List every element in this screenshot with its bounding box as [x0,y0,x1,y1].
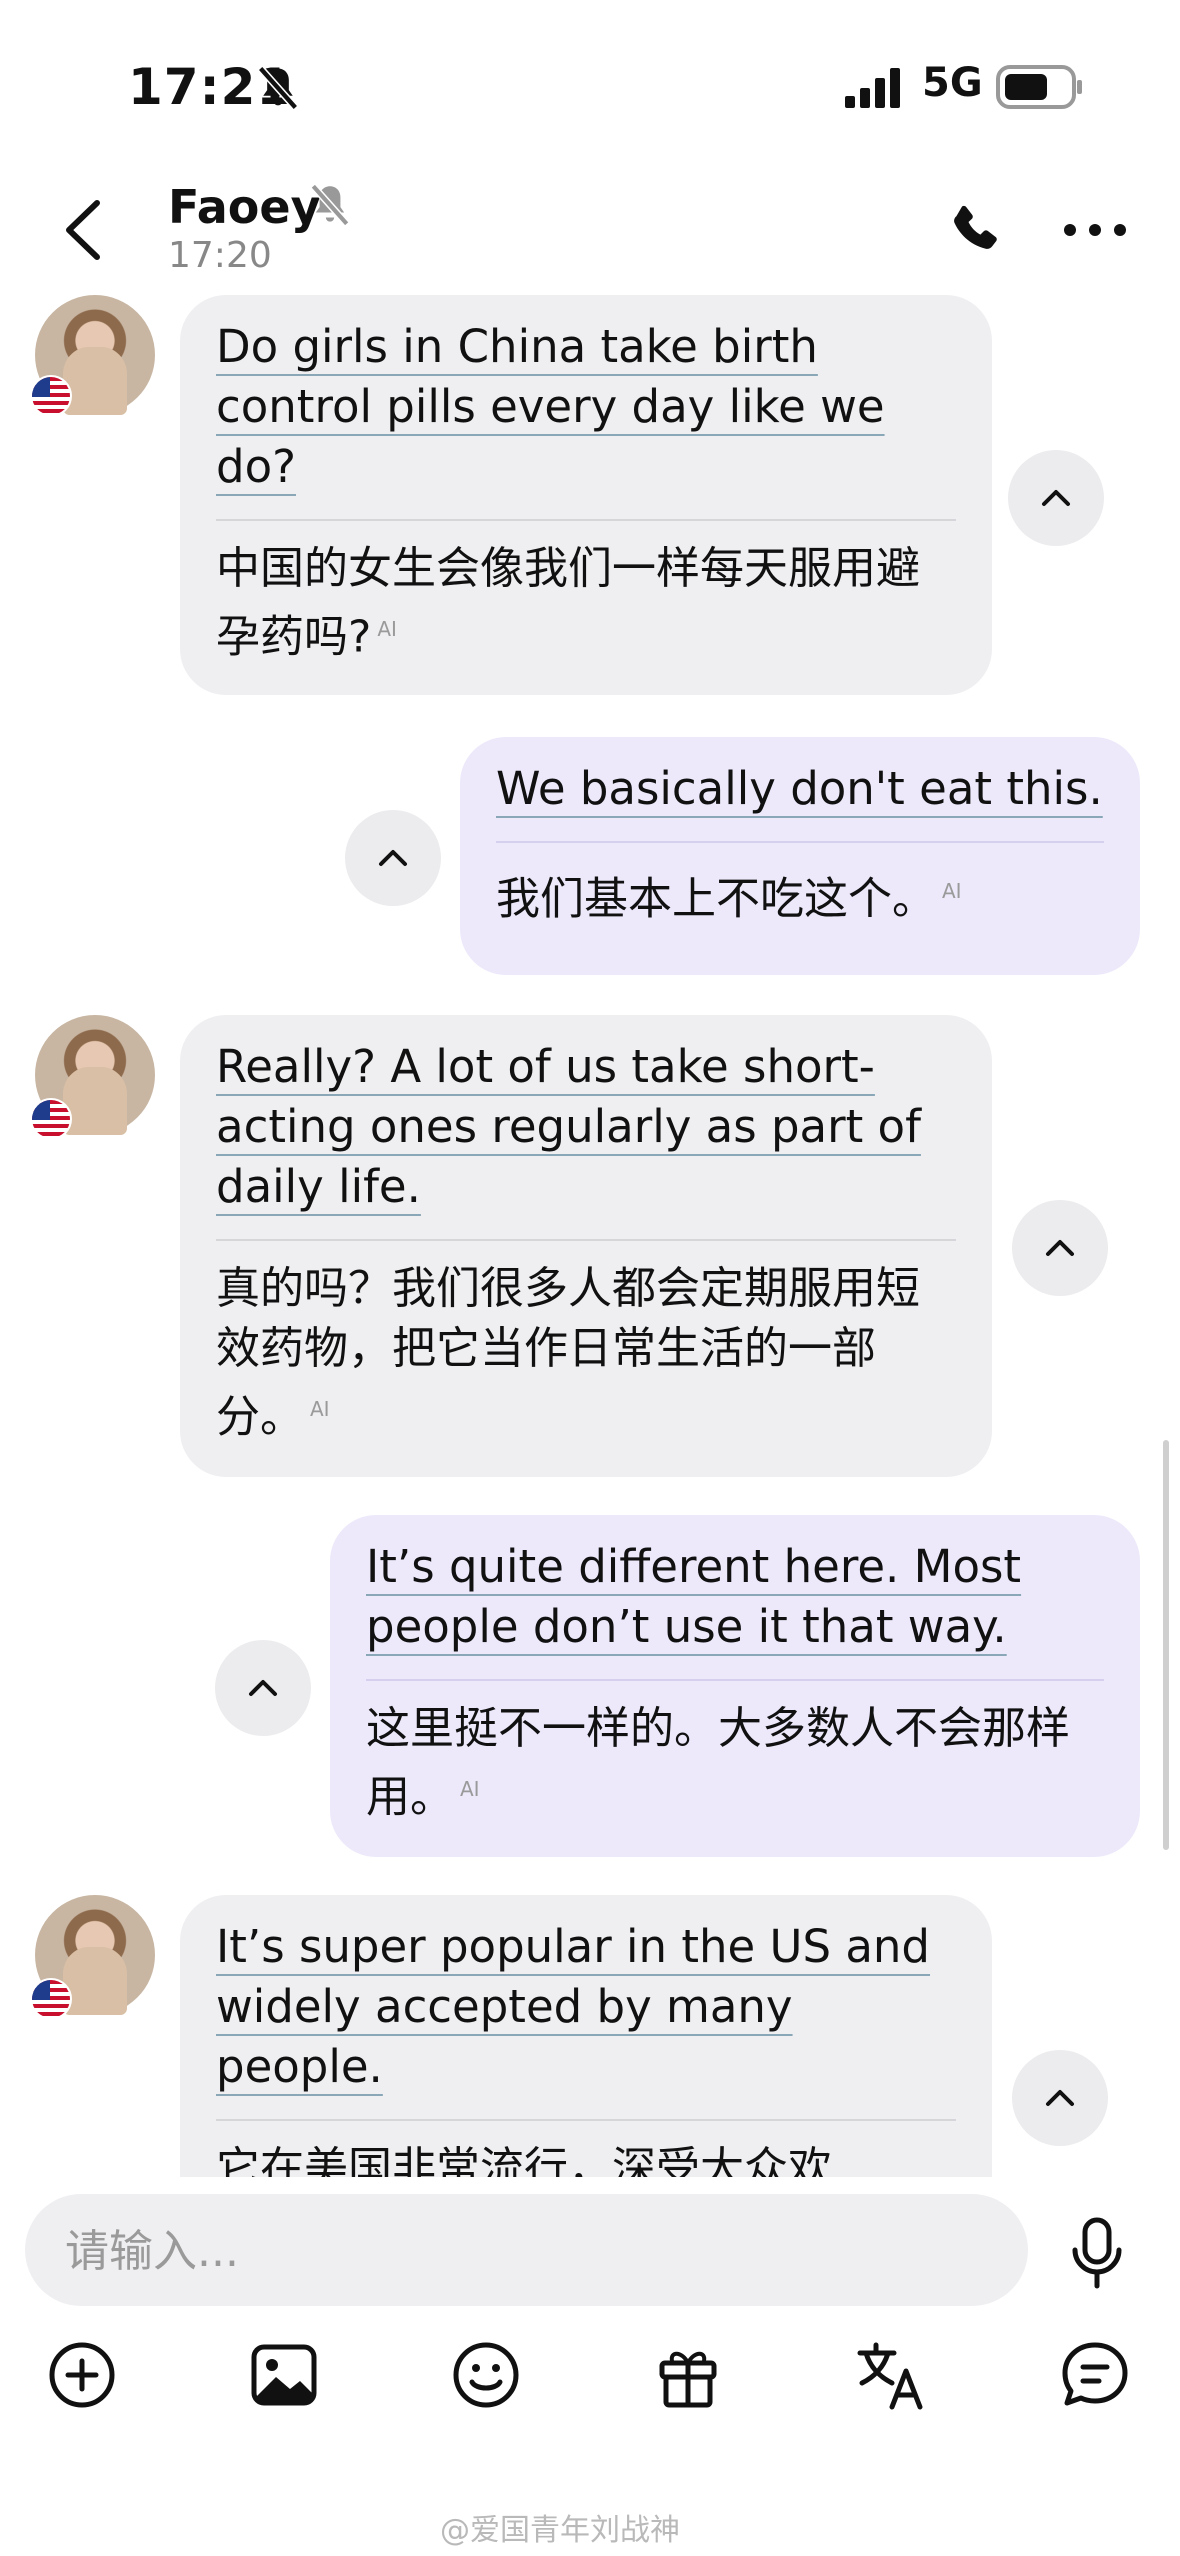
ai-badge: AI [310,1397,330,1421]
collapse-translation-button[interactable] [1008,450,1104,546]
microphone-icon[interactable] [1067,2214,1127,2294]
divider [496,841,1104,843]
ai-badge: AI [377,617,397,641]
network-label: 5G [922,60,983,106]
translation-text: 这里挺不一样的。大多数人不会那样用。 AI [366,1703,1070,1823]
smile-icon[interactable] [446,2335,526,2415]
bell-muted-icon [310,183,350,227]
message-input-container [25,2194,1028,2306]
plus-circle-icon[interactable] [42,2335,122,2415]
contact-name[interactable]: Faoey [168,180,321,234]
chat-bubble-icon[interactable] [1055,2335,1135,2415]
message-bubble[interactable]: Do girls in China take birth control pil… [180,295,992,695]
message-bubble[interactable]: It’s quite different here. Most people d… [330,1515,1140,1857]
message-text: Do girls in China take birth control pil… [216,320,885,493]
message-text: We basically don't eat this. [496,762,1103,815]
gift-icon[interactable] [648,2335,728,2415]
translation-text: 中国的女生会像我们一样每天服用避孕药吗? AI [216,543,920,663]
bell-muted-icon [257,65,299,111]
more-options-icon[interactable] [1060,215,1130,245]
phone-call-icon[interactable] [945,200,1007,262]
divider [216,1239,956,1241]
chevron-up-icon [1046,2090,1074,2106]
divider [216,519,956,521]
us-flag-icon [30,1098,72,1140]
ai-badge: AI [942,879,962,903]
translation-text: 我们基本上不吃这个。 AI [496,873,962,925]
translation-text: 它在美国非常流行，深受大众欢 [216,2143,832,2177]
message-text: It’s super popular in the US and widely … [216,1920,931,2093]
scrollbar[interactable] [1163,1440,1169,1850]
back-arrow-icon[interactable] [55,195,115,265]
chevron-up-icon [379,850,407,866]
us-flag-icon [30,375,72,417]
cellular-signal-icon [845,68,900,108]
us-flag-icon [30,1978,72,2020]
translation-text: 真的吗？我们很多人都会定期服用短效药物，把它当作日常生活的一部分。 AI [216,1263,920,1443]
divider [216,2119,956,2121]
collapse-translation-button[interactable] [345,810,441,906]
divider [366,1679,1104,1681]
message-bubble[interactable]: We basically don't eat this. 我们基本上不吃这个。 A… [460,737,1140,975]
message-text: It’s quite different here. Most people d… [366,1540,1022,1653]
last-seen-time: 17:20 [168,235,272,276]
chevron-up-icon [249,1680,277,1696]
message-input[interactable] [63,2216,967,2286]
image-icon[interactable] [244,2335,324,2415]
battery-icon [996,65,1082,109]
collapse-translation-button[interactable] [215,1640,311,1736]
collapse-translation-button[interactable] [1012,2050,1108,2146]
chevron-up-icon [1042,490,1070,506]
status-bar: 17:21 5G [0,0,1180,170]
collapse-translation-button[interactable] [1012,1200,1108,1296]
bottom-toolbar [0,2335,1180,2425]
chat-header: Faoey 17:20 [0,170,1180,290]
watermark: @爱国青年刘战神 [440,2513,680,2548]
message-text: Really? A lot of us take short-acting on… [216,1040,921,1213]
message-bubble[interactable]: Really? A lot of us take short-acting on… [180,1015,992,1477]
chevron-up-icon [1046,1240,1074,1256]
message-bubble[interactable]: It’s super popular in the US and widely … [180,1895,992,2177]
translate-icon[interactable] [850,2335,930,2415]
ai-badge: AI [460,1777,480,1801]
